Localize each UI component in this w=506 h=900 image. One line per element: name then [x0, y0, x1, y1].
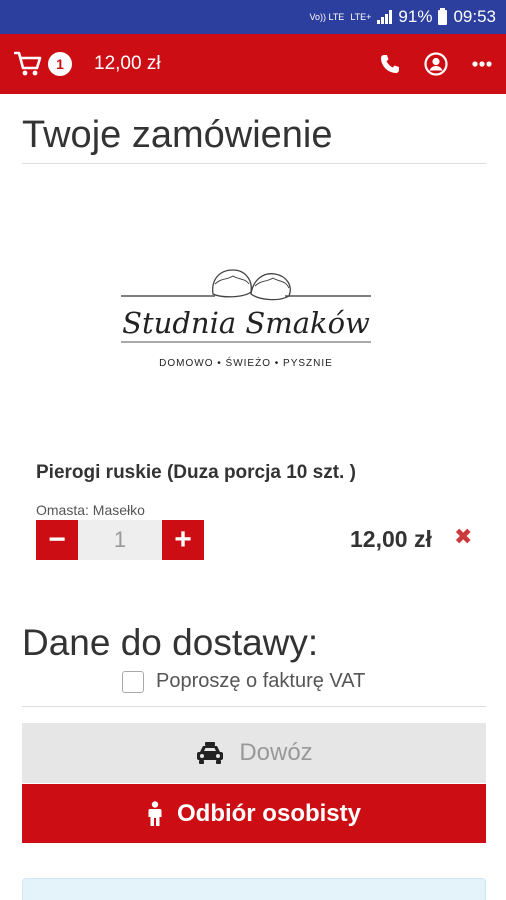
quantity-value[interactable]: 1: [78, 520, 162, 560]
invoice-label: Poproszę o fakturę VAT: [156, 670, 366, 692]
brand-tagline: DOMOWO • ŚWIEŻO • PYSZNIE: [159, 358, 333, 369]
app-bar: 1 12,00 zł: [0, 34, 506, 94]
cart-total: 12,00 zł: [94, 53, 161, 74]
quantity-stepper: − 1 +: [36, 520, 204, 560]
pickup-option-label: Odbiór osobisty: [176, 799, 361, 827]
item-price: 12,00 zł: [350, 526, 432, 552]
status-bar: Vo)) LTE LTE+ 91% 09:53: [0, 0, 506, 34]
user-icon[interactable]: [424, 52, 448, 76]
delivery-divider: [22, 706, 486, 707]
increase-quantity-button[interactable]: +: [162, 520, 204, 560]
page-title: Twoje zamówienie: [22, 114, 333, 156]
remove-item-icon[interactable]: ✖: [454, 524, 472, 550]
phone-icon[interactable]: [380, 54, 400, 74]
product-name: Pierogi ruskie (Duza porcja 10 szt. ): [36, 462, 356, 483]
cart-icon: [14, 51, 42, 76]
decrease-quantity-button[interactable]: −: [36, 520, 78, 560]
pickup-option-button[interactable]: Odbiór osobisty: [22, 784, 486, 843]
info-alert-box: [22, 878, 486, 900]
lte-indicator: LTE+: [350, 11, 372, 22]
battery-icon: [438, 7, 448, 25]
more-icon[interactable]: [472, 61, 492, 67]
invoice-checkbox-row[interactable]: Poproszę o fakturę VAT: [122, 670, 365, 693]
delivery-section-title: Dane do dostawy:: [22, 622, 319, 663]
cart-count-badge: 1: [48, 52, 72, 76]
restaurant-logo: Studnia Smaków DOMOWO • ŚWIEŻO • PYSZNIE: [115, 258, 377, 378]
brand-name: Studnia Smaków: [122, 306, 370, 340]
signal-icon: [377, 10, 393, 24]
cart-button[interactable]: 1: [14, 51, 72, 77]
product-option: Omasta: Masełko: [36, 502, 145, 518]
battery-percent: 91%: [398, 7, 433, 26]
taxi-icon: [197, 742, 224, 764]
volte-indicator: Vo)) LTE: [309, 11, 345, 22]
clock: 09:53: [453, 7, 496, 26]
delivery-option-label: Dowóz: [239, 739, 313, 766]
delivery-option-button[interactable]: Dowóz: [22, 723, 486, 783]
person-icon: [148, 800, 162, 826]
invoice-checkbox[interactable]: [122, 670, 144, 693]
title-divider: [22, 163, 486, 164]
